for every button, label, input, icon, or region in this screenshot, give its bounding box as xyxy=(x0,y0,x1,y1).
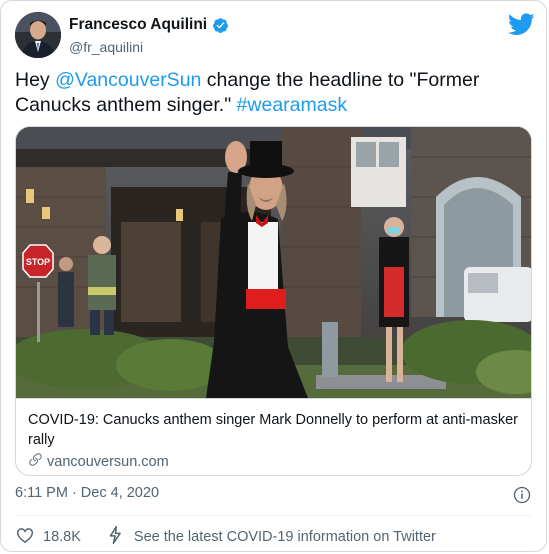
author-handle[interactable]: @fr_aquilini xyxy=(69,39,143,55)
card-domain-text[interactable]: vancouversun.com xyxy=(47,454,169,470)
link-card[interactable]: STOP COVID-19: Canucks anthem singer Mar… xyxy=(15,126,532,476)
covid-info-text[interactable]: See the latest COVID-19 information on T… xyxy=(134,529,436,545)
lightning-icon xyxy=(107,525,124,549)
like-count[interactable]: 18.8K xyxy=(43,529,81,545)
divider xyxy=(15,515,532,516)
stop-sign-text: STOP xyxy=(26,257,50,267)
card-title[interactable]: COVID-19: Canucks anthem singer Mark Don… xyxy=(28,410,518,450)
avatar[interactable] xyxy=(15,12,61,58)
tweet-card[interactable]: Francesco Aquilini @fr_aquilini Hey @Van… xyxy=(0,0,547,552)
link-icon xyxy=(28,452,43,471)
card-domain[interactable]: vancouversun.com xyxy=(28,452,169,471)
card-image[interactable]: STOP xyxy=(16,127,531,398)
covid-info-link[interactable]: See the latest COVID-19 information on T… xyxy=(107,525,436,549)
hashtag-link[interactable]: #wearamask xyxy=(237,94,348,116)
timestamp[interactable]: 6:11 PM · Dec 4, 2020 xyxy=(15,485,159,501)
tweet-text: Hey @VancouverSun change the headline to… xyxy=(15,68,530,118)
verified-badge-icon xyxy=(212,17,229,34)
twitter-bird-icon[interactable] xyxy=(507,13,535,36)
info-icon[interactable] xyxy=(513,486,531,504)
author-name[interactable]: Francesco Aquilini xyxy=(69,16,207,34)
card-body[interactable]: COVID-19: Canucks anthem singer Mark Don… xyxy=(16,398,531,475)
heart-icon[interactable] xyxy=(15,525,35,549)
tweet-text-part: Hey xyxy=(15,69,56,91)
mention-link[interactable]: @VancouverSun xyxy=(55,69,201,91)
like-button[interactable]: 18.8K xyxy=(15,525,81,549)
action-bar: 18.8K See the latest COVID-19 informatio… xyxy=(15,525,436,549)
